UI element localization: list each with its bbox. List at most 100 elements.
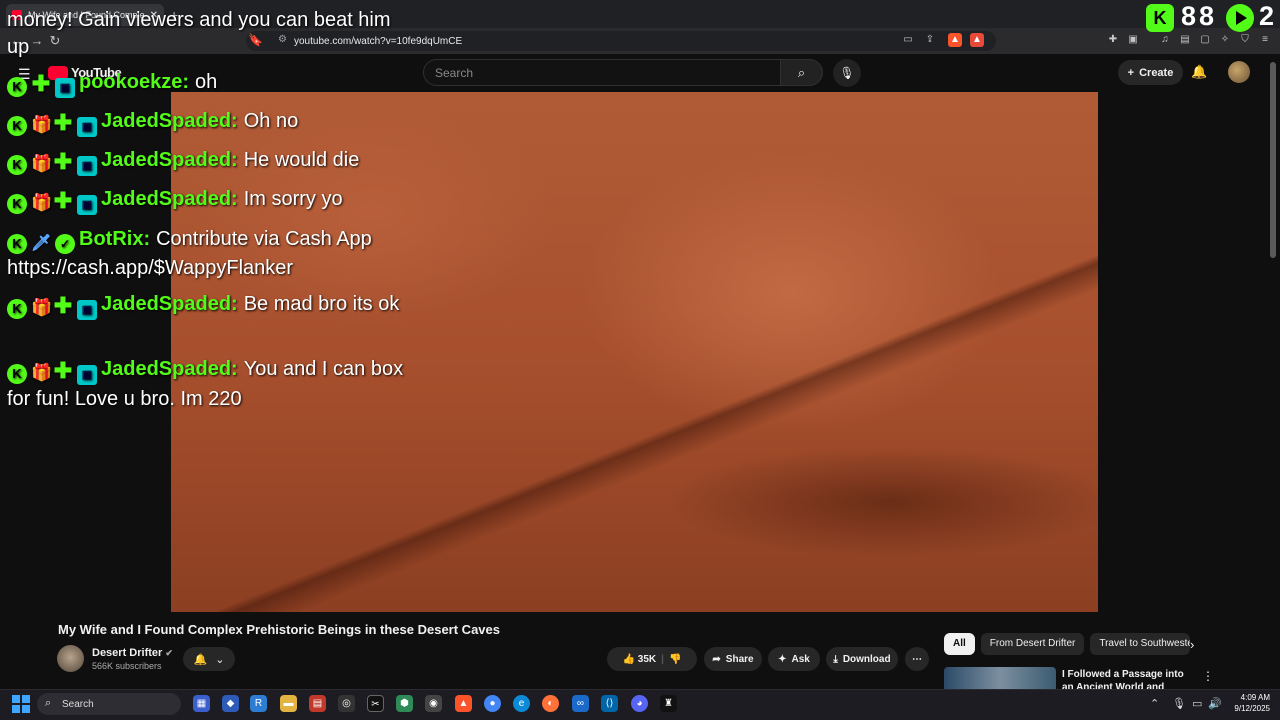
recommendation-chips: All From Desert Drifter Travel to Southw…	[944, 633, 1191, 655]
app-icon[interactable]: ◎	[338, 695, 355, 712]
media-icon[interactable]: ♫	[1158, 33, 1172, 47]
chip-all[interactable]: All	[944, 633, 975, 655]
chip-from-channel[interactable]: From Desert Drifter	[980, 633, 1085, 655]
page-scrollbar[interactable]	[1270, 62, 1276, 258]
capcut-icon[interactable]: ✂	[367, 695, 384, 712]
brave-shields-icon[interactable]: ▲	[948, 33, 962, 47]
recommendation-menu-icon[interactable]: ⋮	[1202, 669, 1214, 683]
app-icon[interactable]: ♜	[660, 695, 677, 712]
channel-name[interactable]: Desert Drifter ✔	[92, 647, 173, 659]
kick-viewer-count: 88	[1181, 1, 1218, 31]
gift-badge-icon: 🎁	[31, 193, 53, 212]
share-page-icon[interactable]: ⇪	[923, 33, 937, 47]
chrome-icon[interactable]: ●	[484, 695, 501, 712]
create-button[interactable]: + Create	[1118, 60, 1183, 85]
file-explorer-icon[interactable]: ▬	[280, 695, 297, 712]
brave-rewards-icon[interactable]: ▲	[970, 33, 984, 47]
share-button[interactable]: ➦ Share	[704, 647, 762, 671]
vpn-icon[interactable]: ⛉	[1238, 33, 1252, 47]
chat-username: JadedSpaded:	[101, 293, 238, 315]
kick-badge-icon: K	[7, 299, 27, 319]
account-avatar[interactable]	[1228, 61, 1250, 83]
plus-badge-icon: ✚	[31, 71, 51, 96]
like-count: 35K	[637, 653, 657, 665]
sidebar-toggle-icon[interactable]: ▤	[1178, 33, 1192, 47]
volume-icon[interactable]: 🔊	[1208, 697, 1222, 710]
chat-username: JadedSpaded:	[101, 110, 238, 132]
gift-badge-icon: 🎁	[31, 363, 53, 382]
microphone-icon[interactable]: 🎙	[1172, 697, 1186, 710]
kick-second-count: 2	[1259, 1, 1275, 31]
chat-username: JadedSpaded:	[101, 149, 238, 171]
brave-browser-icon[interactable]: ▲	[455, 695, 472, 712]
app-icon[interactable]: ▤	[309, 695, 326, 712]
recommendation-title[interactable]: I Followed a Passage into an Ancient Wor…	[1062, 668, 1192, 689]
firefox-icon[interactable]: ◐	[542, 695, 559, 712]
plus-badge-icon: ✚	[53, 358, 73, 383]
overlay-chat-message: K 🎁✚ ▣ JadedSpaded: You and I can box for fu…	[7, 355, 407, 414]
leo-ai-icon[interactable]: ✧	[1218, 33, 1232, 47]
chat-text: Be mad bro its ok	[243, 293, 400, 315]
discord-icon[interactable]: ◕	[631, 695, 648, 712]
plus-badge-icon: ✚	[53, 149, 73, 174]
chip-travel[interactable]: Travel to Southweste	[1090, 633, 1191, 655]
plus-badge-icon: ✚	[53, 293, 73, 318]
overlay-chat-message: money! Gain viewers and you can beat him…	[7, 9, 391, 58]
like-button[interactable]: 👍 35K	[623, 654, 657, 665]
app-icon[interactable]: R	[250, 695, 267, 712]
vscode-icon[interactable]: ⟨⟩	[601, 695, 618, 712]
channel-avatar[interactable]	[57, 645, 84, 672]
overlay-chat-message: K 🎁✚ ▣ JadedSpaded: Im sorry yo	[7, 185, 407, 215]
show-hidden-icons-icon[interactable]: ⌃	[1150, 697, 1159, 710]
overlay-chat-message: K ✚ ▣ pookoekze: oh	[7, 68, 407, 98]
download-icon: ⤓	[833, 653, 838, 665]
notification-bell-button[interactable]: 🔔 ⌄	[183, 647, 235, 671]
kick-badge-icon: K	[7, 116, 27, 136]
menu-icon[interactable]: ≡	[1258, 33, 1272, 47]
chat-username: JadedSpaded:	[101, 358, 238, 380]
overlay-chat-message: K 🎁✚ ▣ JadedSpaded: Be mad bro its ok	[7, 290, 407, 320]
edge-icon[interactable]: e	[513, 695, 530, 712]
windows-start-icon[interactable]	[12, 695, 30, 713]
recommendation-thumbnail[interactable]	[944, 667, 1056, 689]
thumbs-up-icon: 👍	[622, 653, 636, 665]
overlay-chat-message: K 🗡 ✓ BotRix: Contribute via Cash App https:…	[7, 225, 407, 283]
divider: |	[661, 653, 664, 665]
extensions-icon[interactable]: ✚	[1106, 33, 1120, 47]
ask-button[interactable]: ✦ Ask	[768, 647, 820, 671]
plus-icon: +	[1127, 66, 1135, 79]
network-icon[interactable]: ▭	[1192, 697, 1202, 710]
search-input[interactable]: Search	[423, 59, 781, 86]
kick-badge-icon: K	[7, 194, 27, 214]
chat-username: pookoekze:	[79, 71, 190, 93]
cast-icon[interactable]: ▭	[901, 33, 915, 47]
app-icon[interactable]: ∞	[572, 695, 589, 712]
notifications-icon[interactable]: 🔔	[1191, 64, 1207, 80]
subscriber-badge-icon: ▣	[55, 78, 75, 98]
create-label: Create	[1139, 66, 1174, 79]
subscriber-count: 566K subscribers	[92, 661, 162, 671]
chat-text: Oh no	[243, 110, 299, 132]
subscriber-badge-icon: ▣	[77, 117, 97, 137]
download-button[interactable]: ⤓ Download	[826, 647, 898, 671]
system-clock[interactable]: 4:09 AM 9/12/2025	[1228, 692, 1270, 714]
task-view-icon[interactable]: ▦	[193, 695, 210, 712]
gift-badge-icon: 🎁	[31, 298, 53, 317]
voice-search-button[interactable]: 🎙	[833, 59, 861, 87]
app-icon[interactable]: ◆	[222, 695, 239, 712]
overlay-chat-message: K 🎁✚ ▣ JadedSpaded: Oh no	[7, 107, 407, 137]
dislike-button[interactable]: 👎	[669, 654, 681, 665]
taskbar-search-label: Search	[62, 698, 94, 710]
app-icon[interactable]: ⬢	[396, 695, 413, 712]
overlay-chat-message: K 🎁✚ ▣ JadedSpaded: He would die	[7, 146, 407, 176]
kick-play-icon	[1226, 4, 1254, 32]
more-actions-button[interactable]: ⋯	[905, 647, 929, 671]
search-button[interactable]: ⌕	[781, 59, 823, 86]
share-icon: ➦	[712, 653, 721, 665]
wallet-icon[interactable]: ▢	[1198, 33, 1212, 47]
taskbar-search[interactable]: Search	[37, 693, 181, 715]
chevron-right-icon[interactable]: ›	[1190, 637, 1194, 652]
sidebar-panel-icon[interactable]: ▣	[1126, 33, 1140, 47]
clock-date: 9/12/2025	[1234, 704, 1270, 713]
obs-icon[interactable]: ◉	[425, 695, 442, 712]
